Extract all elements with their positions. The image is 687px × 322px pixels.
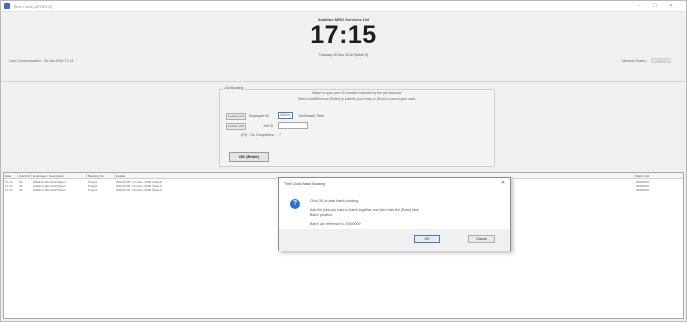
network-status-label: Network Status : [622, 59, 648, 63]
close-window-button[interactable]: ✕ [665, 2, 677, 10]
column-header[interactable]: Booking No [87, 173, 115, 179]
job-id-label: Job ID [263, 124, 274, 128]
employee-id-input[interactable]: 00024 [278, 112, 293, 119]
last-communication: Last Communication : 26-Jan-2016 17:14 [9, 59, 74, 63]
dialog-message-2: Add the jobs you want to batch together … [310, 208, 419, 212]
row-clock-id: 03 [19, 188, 23, 192]
job-id-input[interactable] [278, 122, 308, 129]
instruction-line-2: Select Add/Remove [Enter] to submit your… [297, 97, 417, 101]
completion-label: (F3) : On Completion : [241, 133, 276, 137]
job-booking-legend: Job Booking [223, 86, 245, 90]
clock-app-icon [4, 3, 10, 9]
completion-value[interactable]: 7 [279, 133, 281, 137]
employee-name: McDonald, Pete [299, 114, 324, 118]
ok-enter-button[interactable]: OK (Enter) [229, 152, 269, 162]
dialog-close-button[interactable]: ✕ [499, 180, 507, 187]
dialog-message-4: Batch job reference is 20000000 [310, 222, 361, 226]
instruction-line-1: Swipe or type your ID number followed by… [311, 91, 403, 95]
row-batch: 00000007 [636, 188, 650, 192]
dialog-message-3: Batch position. [310, 213, 333, 217]
maximize-button[interactable]: ☐ [649, 2, 661, 10]
title-bar: Time Clock (ATHELO) – ☐ ✕ [1, 1, 686, 12]
column-header[interactable]: Date [4, 173, 18, 179]
column-header[interactable]: Employee / Description [32, 173, 87, 179]
network-status-badge: Offline [651, 58, 671, 63]
row-details: WD1/0735 / On Res. 0006 (Stand) [116, 188, 162, 192]
column-header[interactable]: Batch Job [635, 173, 683, 179]
question-icon: ? [290, 199, 300, 209]
dialog-message-1: Click OK to start batch booking. [310, 199, 360, 203]
batch-booking-dialog: Time Clock Batch Booking ✕ ? Click OK to… [278, 177, 511, 251]
dialog-cancel-button[interactable]: Cancel [468, 235, 495, 243]
app-window: Time Clock (ATHELO) – ☐ ✕ Aviation MRO S… [0, 0, 687, 322]
window-title: Time Clock (ATHELO) [13, 4, 53, 9]
dialog-title: Time Clock Batch Booking [284, 182, 325, 186]
row-booking: Project [88, 188, 98, 192]
dialog-ok-button[interactable]: OK [414, 235, 440, 243]
date-display: Tuesday 26 Dec 2016 (Week 5) [318, 53, 369, 57]
row-employee: Gilliland, Bernard/Shaun [33, 188, 66, 192]
header-divider [1, 81, 686, 82]
lookup-job-button[interactable]: Lookup (F2) [226, 123, 246, 130]
row-date: 17:14 [5, 188, 13, 192]
lookup-employee-button[interactable]: Lookup (F1) [226, 113, 246, 120]
clock-display: 17:15 [310, 21, 377, 49]
minimize-button[interactable]: – [633, 2, 645, 10]
employee-id-label: Employee ID [249, 114, 270, 118]
column-header[interactable]: Clock ID [18, 173, 32, 179]
